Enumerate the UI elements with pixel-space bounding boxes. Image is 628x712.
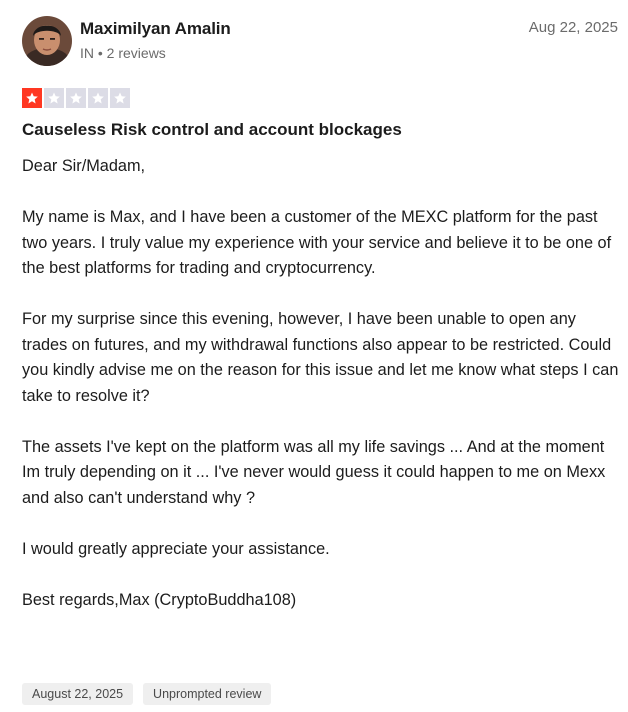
review-title[interactable]: Causeless Risk control and account block… (22, 118, 618, 142)
star-icon (66, 88, 86, 108)
avatar-photo-icon (22, 16, 72, 66)
review-tags: August 22, 2025 Unprompted review (22, 683, 281, 705)
review-paragraph: My name is Max, and I have been a custom… (22, 208, 612, 277)
review-paragraph: For my surprise since this evening, howe… (22, 310, 619, 405)
review-paragraph: Dear Sir/Madam, (22, 157, 146, 175)
star-icon (88, 88, 108, 108)
review-date: Aug 22, 2025 (528, 19, 618, 36)
review-type-tag[interactable]: Unprompted review (143, 683, 272, 705)
star-icon (110, 88, 130, 108)
star-rating (22, 88, 618, 108)
avatar[interactable] (22, 16, 72, 66)
review-paragraph: I would greatly appreciate your assistan… (22, 539, 330, 558)
review-paragraph: The assets I've kept on the platform was… (22, 437, 606, 507)
review-card: Maximilyan Amalin IN • 2 reviews Aug 22,… (0, 0, 628, 712)
reviewer-info: Maximilyan Amalin IN • 2 reviews (80, 18, 529, 62)
experience-date-tag: August 22, 2025 (22, 683, 134, 705)
star-icon (44, 88, 64, 108)
review-header: Maximilyan Amalin IN • 2 reviews Aug 22,… (22, 14, 618, 72)
reviewer-meta: IN • 2 reviews (80, 45, 166, 61)
review-paragraph: Best regards,Max (CryptoBuddha108) (22, 590, 297, 609)
star-icon (22, 88, 42, 108)
review-body: Dear Sir/Madam, My name is Max, and I hav… (22, 154, 622, 613)
reviewer-name[interactable]: Maximilyan Amalin (80, 18, 529, 40)
